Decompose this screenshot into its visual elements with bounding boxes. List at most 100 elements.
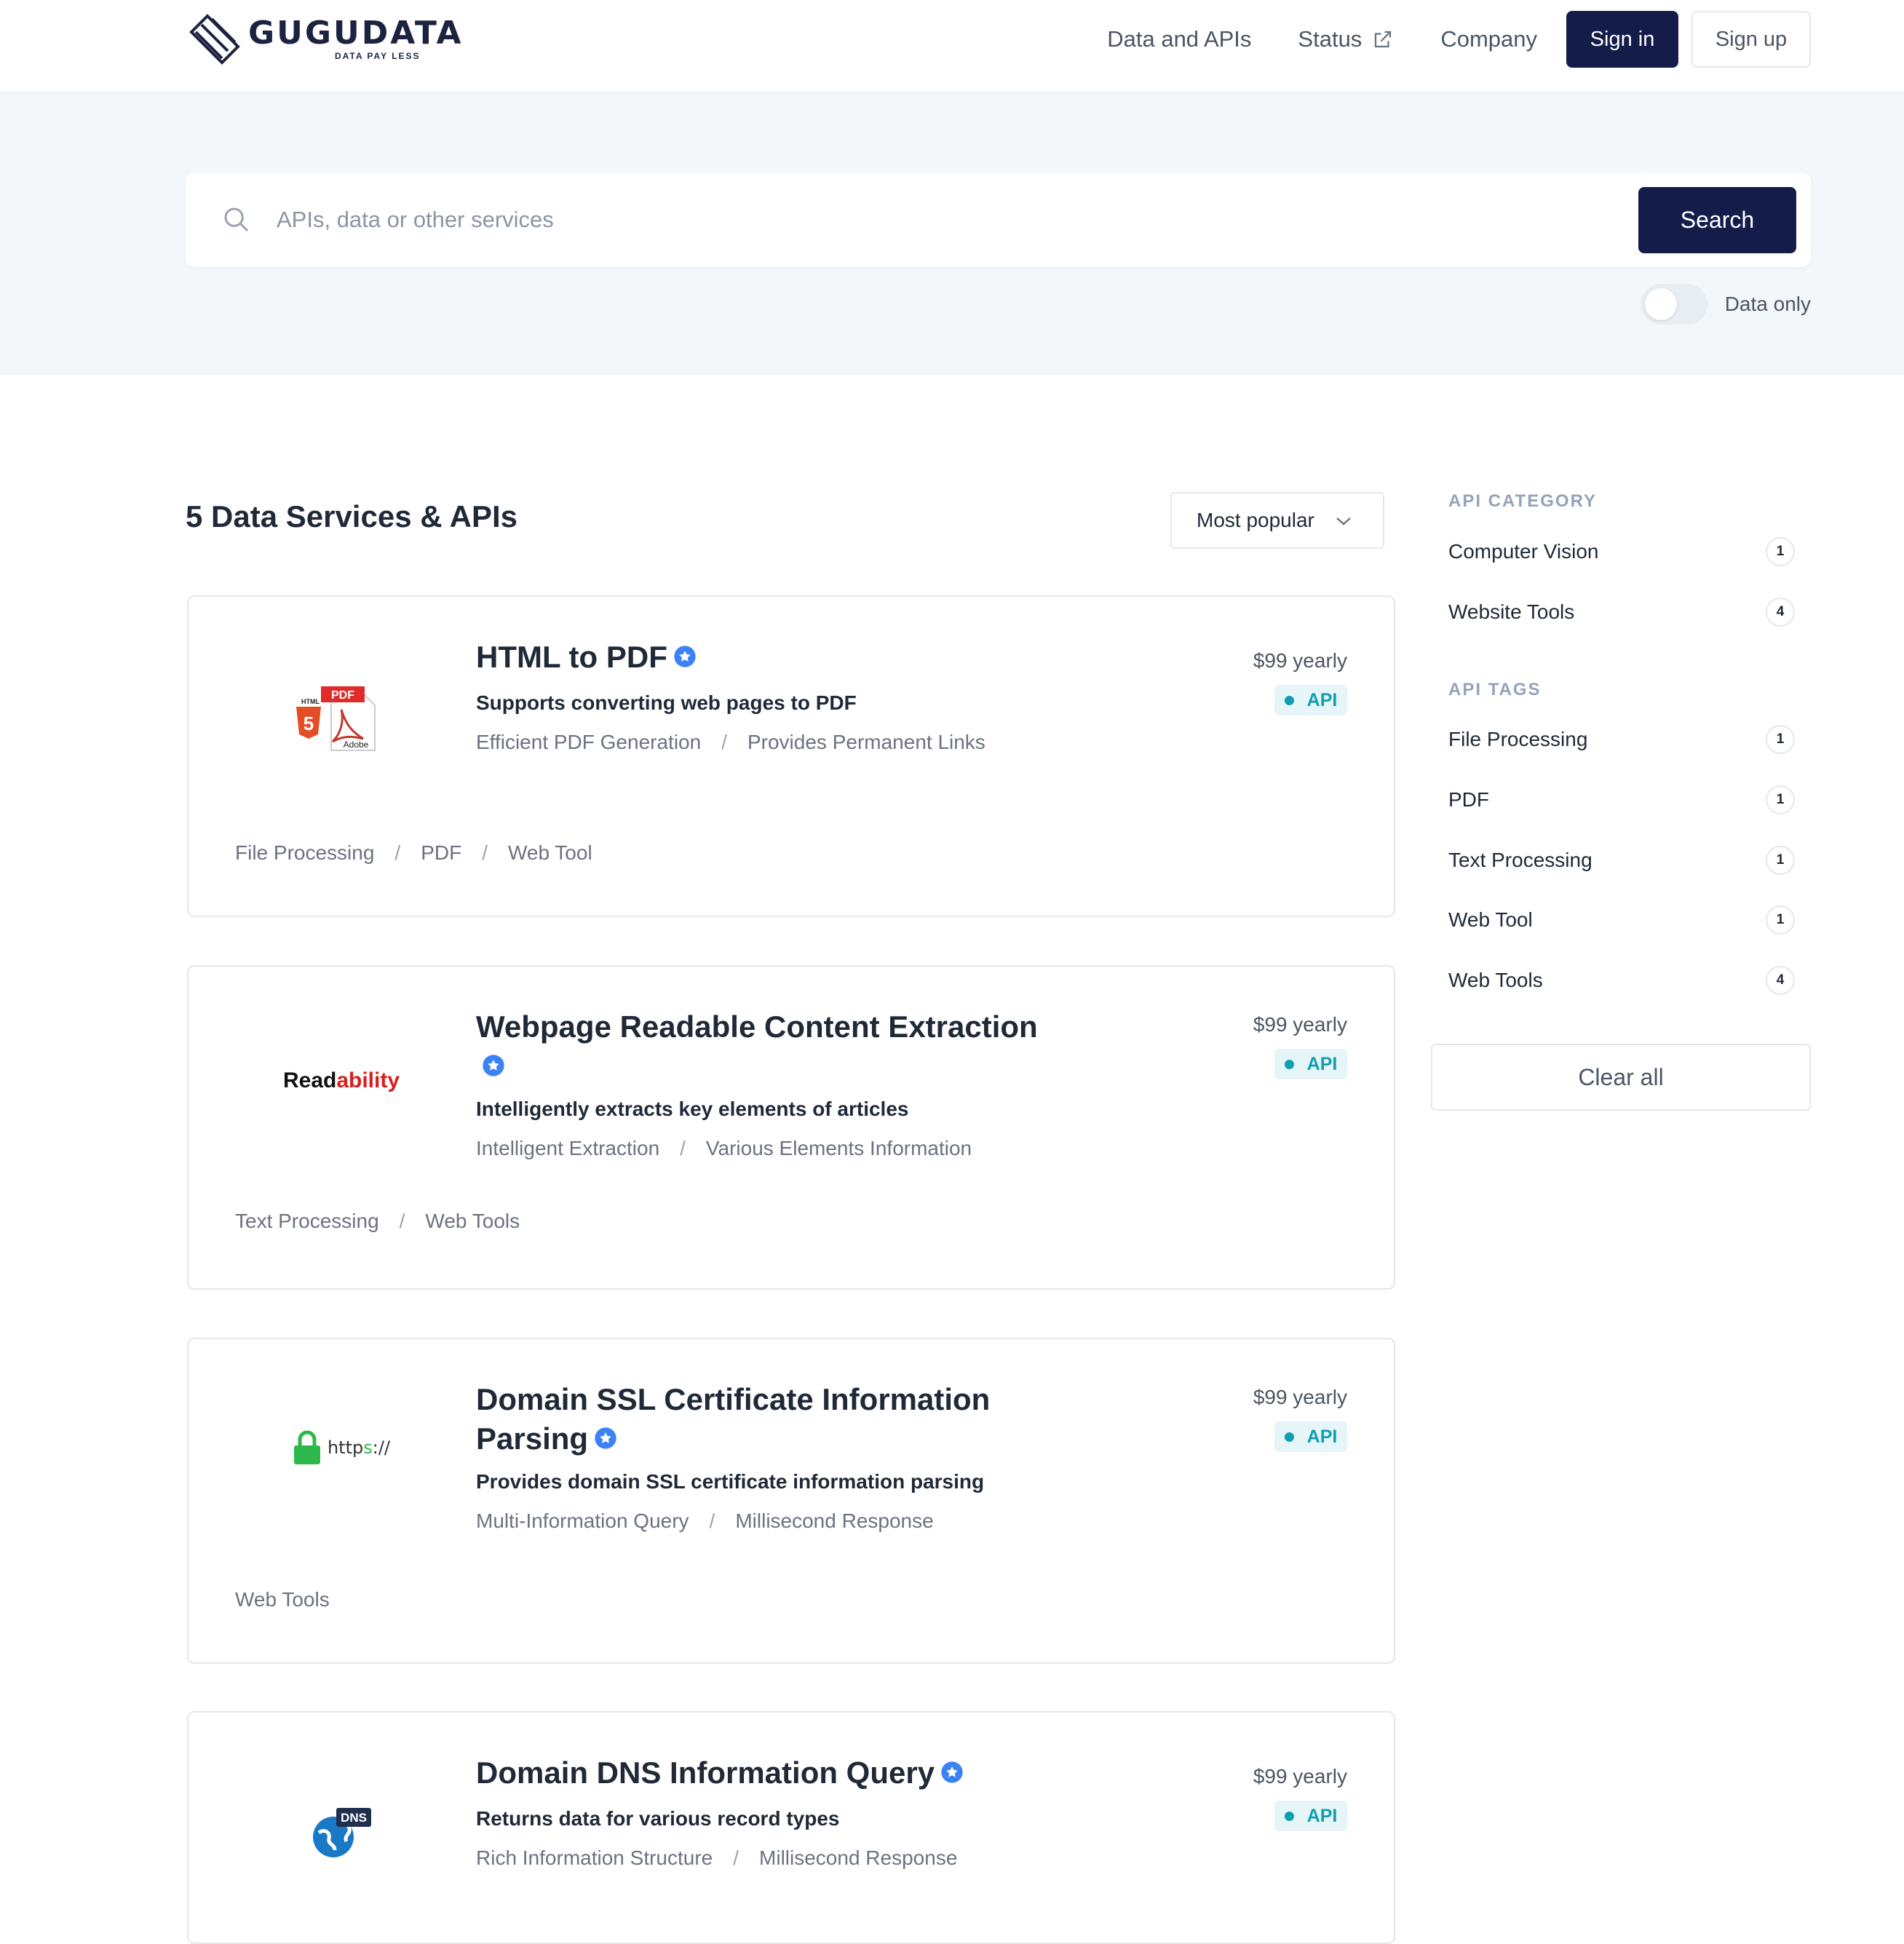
card-title[interactable]: Domain DNS Information Query: [476, 1753, 1058, 1793]
filter-count-badge: 1: [1766, 537, 1795, 566]
card-tags: Web Tools: [235, 1588, 330, 1611]
https-text-a: http: [327, 1437, 364, 1458]
card-title-text: Webpage Readable Content Extraction: [476, 1009, 1038, 1044]
service-card-dns[interactable]: DNS Domain DNS Information Query Returns…: [187, 1711, 1395, 1944]
feature-item: Intelligent Extraction: [476, 1137, 660, 1159]
logo-tagline: DATA PAY LESS: [334, 51, 421, 61]
filter-count-badge: 1: [1766, 905, 1795, 935]
chevron-down-icon: [1336, 517, 1351, 525]
card-features: Multi-Information Query / Millisecond Resp…: [476, 1509, 934, 1533]
service-card-html-to-pdf[interactable]: PDF HTML 5 Adobe HTML to PDF Supports co…: [187, 595, 1395, 917]
separator: /: [394, 841, 401, 864]
nav-status[interactable]: Status: [1298, 26, 1394, 52]
filter-label: File Processing: [1448, 728, 1588, 750]
card-title[interactable]: Webpage Readable Content Extraction: [476, 1007, 1058, 1086]
tag-text-processing[interactable]: Text Processing 1: [1448, 844, 1795, 876]
search-input[interactable]: [277, 194, 1659, 245]
status-dot: [1284, 1432, 1294, 1442]
tag-item[interactable]: Web Tools: [425, 1210, 520, 1233]
readability-read: Read: [282, 1068, 337, 1092]
nav-data-and-apis[interactable]: Data and APIs: [1107, 26, 1251, 52]
sort-selected-value: Most popular: [1197, 509, 1314, 531]
card-price: $99 yearly: [1253, 649, 1347, 672]
main-nav: Data and APIs Status Company Sign in Sig…: [1107, 11, 1811, 68]
logo-mark-icon: [189, 14, 240, 65]
nav-label: Status: [1298, 26, 1362, 52]
separator: /: [482, 841, 488, 864]
card-features: Intelligent Extraction / Various Elements …: [476, 1137, 972, 1160]
api-badge: API: [1274, 1049, 1347, 1079]
pdf-label: PDF: [331, 689, 354, 702]
tag-item[interactable]: Web Tool: [508, 841, 592, 865]
tag-web-tools[interactable]: Web Tools 4: [1448, 964, 1795, 996]
sign-in-button[interactable]: Sign in: [1566, 11, 1678, 68]
card-tags: File Processing / PDF / Web Tool: [235, 841, 592, 865]
api-badge: API: [1274, 1801, 1347, 1831]
tag-item[interactable]: Web Tools: [235, 1588, 330, 1611]
card-features: Efficient PDF Generation / Provides Perman…: [476, 731, 985, 754]
results-title: 5 Data Services & APIs: [186, 499, 518, 533]
nav-label: Company: [1440, 26, 1537, 52]
tag-item[interactable]: File Processing: [235, 841, 374, 865]
category-website-tools[interactable]: Website Tools 4: [1448, 596, 1795, 628]
service-card-ssl[interactable]: http s:// Domain SSL Certificate Informat…: [187, 1338, 1395, 1664]
filter-count-badge: 1: [1766, 785, 1795, 814]
dns-logo: DNS: [269, 1785, 414, 1880]
filter-label: Web Tools: [1448, 969, 1543, 991]
tag-item[interactable]: Text Processing: [235, 1210, 379, 1233]
card-price: $99 yearly: [1253, 1765, 1347, 1788]
status-dot: [1284, 1059, 1294, 1069]
tag-pdf[interactable]: PDF 1: [1448, 784, 1795, 816]
sort-select[interactable]: Most popular: [1170, 492, 1384, 549]
badge-label: API: [1306, 1053, 1338, 1074]
badge-label: API: [1306, 1805, 1338, 1826]
service-card-readability[interactable]: Read ability Webpage Readable Content Ext…: [187, 965, 1395, 1290]
feature-item: Rich Information Structure: [476, 1846, 713, 1869]
dns-label: DNS: [341, 1811, 367, 1825]
search-box: Search: [186, 172, 1811, 267]
toggle-knob: [1644, 288, 1677, 320]
tag-web-tool[interactable]: Web Tool 1: [1448, 904, 1795, 936]
tag-item[interactable]: PDF: [421, 841, 461, 865]
feature-item: Multi-Information Query: [476, 1509, 689, 1532]
sign-up-button[interactable]: Sign up: [1691, 11, 1811, 68]
readability-logo: Read ability: [269, 1034, 414, 1128]
status-dot: [1284, 695, 1294, 705]
card-title-text: Domain DNS Information Query: [476, 1755, 935, 1790]
filter-label: Text Processing: [1448, 849, 1592, 871]
verified-badge-icon: [941, 1761, 963, 1783]
gugudata-logo[interactable]: GUGUDATA DATA PAY LESS: [186, 10, 464, 68]
card-subtitle: Provides domain SSL certificate informat…: [476, 1470, 985, 1493]
card-title[interactable]: Domain SSL Certificate Information Parsi…: [476, 1380, 1029, 1459]
verified-badge-icon: [483, 1055, 504, 1076]
data-only-toggle[interactable]: [1640, 284, 1707, 325]
separator: /: [709, 1509, 715, 1532]
filter-label: PDF: [1448, 788, 1489, 811]
adobe-label: Adobe: [344, 739, 369, 750]
search-button[interactable]: Search: [1638, 187, 1796, 253]
filter-count-badge: 1: [1766, 846, 1795, 875]
clear-all-button[interactable]: Clear all: [1431, 1044, 1811, 1111]
ssl-lock-icon: [293, 1430, 320, 1464]
feature-item: Provides Permanent Links: [747, 731, 985, 753]
feature-item: Various Elements Information: [705, 1137, 972, 1159]
svg-text:5: 5: [304, 713, 314, 734]
feature-item: Efficient PDF Generation: [476, 731, 702, 753]
card-title-text: Domain SSL Certificate Information Parsi…: [476, 1382, 991, 1456]
api-badge: API: [1274, 685, 1347, 715]
filter-count-badge: 1: [1766, 725, 1795, 754]
card-price: $99 yearly: [1253, 1386, 1347, 1408]
html-pdf-icon: PDF HTML 5 Adobe: [296, 686, 376, 751]
badge-label: API: [1306, 689, 1338, 710]
nav-company[interactable]: Company: [1440, 26, 1537, 52]
card-tags: Text Processing / Web Tools: [235, 1210, 520, 1233]
filter-count-badge: 4: [1766, 966, 1795, 995]
logo-wordmark: GUGUDATA: [248, 15, 464, 52]
verified-badge-icon: [595, 1427, 616, 1449]
filter-label: Website Tools: [1448, 600, 1575, 623]
html-pdf-logo: PDF HTML 5 Adobe: [269, 670, 414, 764]
category-computer-vision[interactable]: Computer Vision 1: [1448, 536, 1795, 568]
badge-label: API: [1306, 1426, 1338, 1447]
card-title[interactable]: HTML to PDF: [476, 638, 1058, 677]
tag-file-processing[interactable]: File Processing 1: [1448, 723, 1795, 755]
